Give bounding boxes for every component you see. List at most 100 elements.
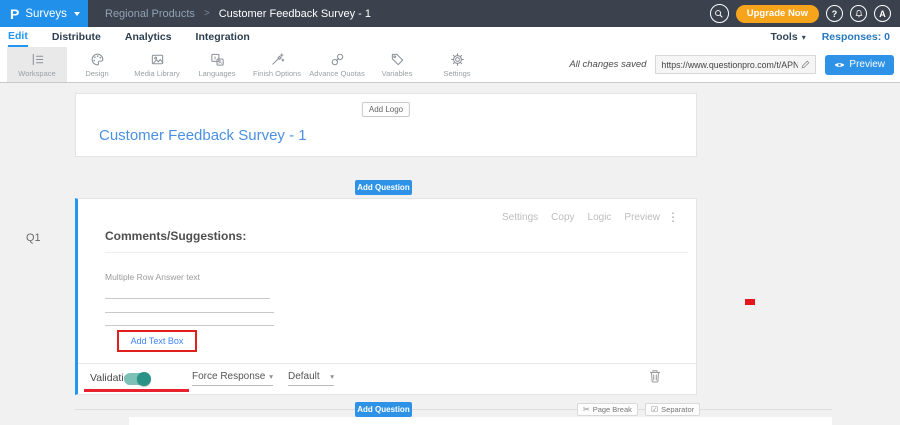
editor-toolbar: Workspace Design Media Library xA Langua… [0, 47, 900, 83]
settings-icon [450, 52, 465, 67]
force-response-value: Force Response [192, 371, 265, 382]
toolbar-item-variables[interactable]: Variables [367, 47, 427, 82]
checkbox-icon: ☑ [651, 406, 658, 414]
tab-distribute[interactable]: Distribute [52, 27, 101, 47]
toolbar-label: Advance Quotas [309, 69, 364, 78]
force-response-select[interactable]: Force Response ▾ [192, 371, 273, 386]
survey-header-card: Add Logo Customer Feedback Survey - 1 [75, 93, 697, 157]
toolbar-label: Media Library [134, 69, 179, 78]
chevron-down-icon: ▾ [330, 372, 334, 381]
question-number: Q1 [26, 232, 41, 244]
default-value: Default [288, 371, 320, 382]
default-select[interactable]: Default ▾ [288, 371, 334, 386]
tools-menu[interactable]: Tools ▾ [770, 31, 805, 43]
avatar[interactable]: A [874, 5, 891, 22]
questionpro-editor: P Surveys Regional Products > Customer F… [0, 0, 900, 425]
question-preview-button[interactable]: Preview [624, 212, 660, 223]
toggle-knob [137, 372, 151, 386]
toolbar-label: Languages [198, 69, 235, 78]
topbar-actions: Upgrade Now ? A [710, 4, 900, 23]
pencil-icon [801, 60, 810, 69]
toolbar-item-media-library[interactable]: Media Library [127, 47, 187, 82]
nav-tabs: Edit Distribute Analytics Integration To… [0, 27, 900, 47]
avatar-initial: A [879, 9, 886, 19]
validation-toggle[interactable] [124, 373, 150, 385]
toolbar-right: All changes saved Preview [569, 47, 894, 82]
bell-icon [854, 9, 864, 19]
responses-link[interactable]: Responses: 0 [822, 31, 890, 43]
add-question-button-bottom[interactable]: Add Question [355, 402, 412, 417]
survey-title[interactable]: Customer Feedback Survey - 1 [99, 127, 307, 144]
tab-edit[interactable]: Edit [8, 27, 28, 47]
toolbar-item-design[interactable]: Design [67, 47, 127, 82]
separator-button[interactable]: ☑ Separator [645, 403, 700, 416]
answer-row-1[interactable] [105, 298, 270, 299]
add-text-box-link[interactable]: Add Text Box [131, 336, 184, 346]
answer-row-3[interactable] [105, 325, 274, 326]
save-status: All changes saved [569, 59, 646, 70]
toolbar-item-advance-quotas[interactable]: Advance Quotas [307, 47, 367, 82]
toolbar-label: Finish Options [253, 69, 301, 78]
red-dash-annotation [745, 299, 755, 305]
scissors-icon: ✂ [583, 406, 590, 414]
validation-red-annotation [84, 389, 189, 392]
question-copy-button[interactable]: Copy [551, 212, 574, 223]
nav-right: Tools ▾ Responses: 0 [770, 27, 900, 47]
trash-icon [649, 369, 661, 383]
search-icon [714, 9, 724, 19]
chevron-down-icon: ▾ [269, 372, 273, 381]
tab-integration[interactable]: Integration [196, 27, 250, 47]
advance-quotas-icon [330, 52, 345, 67]
add-logo-button[interactable]: Add Logo [362, 102, 410, 117]
upgrade-now-button[interactable]: Upgrade Now [736, 5, 819, 23]
question-logic-button[interactable]: Logic [588, 212, 612, 223]
help-button[interactable]: ? [826, 5, 843, 22]
edit-url-button[interactable] [801, 60, 810, 69]
toolbar-item-workspace[interactable]: Workspace [7, 47, 67, 82]
toolbar-label: Workspace [18, 69, 55, 78]
toolbar-label: Settings [443, 69, 470, 78]
question-footer: Validation Force Response ▾ Default ▾ [78, 363, 696, 394]
search-button[interactable] [710, 4, 729, 23]
svg-text:x: x [213, 55, 216, 61]
section-divider [75, 409, 832, 410]
help-icon: ? [832, 9, 838, 19]
question-text[interactable]: Comments/Suggestions: [105, 229, 246, 243]
surveys-menu-label: Surveys [25, 8, 67, 20]
top-bar: P Surveys Regional Products > Customer F… [0, 0, 900, 27]
chevron-down-icon [74, 12, 80, 16]
toolbar-item-finish-options[interactable]: Finish Options [247, 47, 307, 82]
notifications-button[interactable] [850, 5, 867, 22]
breadcrumb-parent[interactable]: Regional Products [105, 8, 195, 20]
answer-row-2[interactable] [105, 312, 274, 313]
variables-icon [390, 52, 405, 67]
design-icon [90, 52, 105, 67]
separator-label: Separator [661, 405, 694, 414]
surveys-menu[interactable]: P Surveys [0, 0, 88, 27]
survey-url-input[interactable] [661, 60, 798, 70]
chevron-down-icon: ▾ [802, 33, 806, 42]
breadcrumb: Regional Products > Customer Feedback Su… [105, 8, 371, 20]
next-card-edge [129, 417, 832, 425]
finish-options-icon [270, 52, 285, 67]
svg-text:A: A [218, 60, 222, 66]
add-question-button-top[interactable]: Add Question [355, 180, 412, 195]
languages-icon: xA [210, 52, 225, 67]
toolbar-item-languages[interactable]: xA Languages [187, 47, 247, 82]
delete-question-button[interactable] [649, 369, 661, 383]
breadcrumb-current: Customer Feedback Survey - 1 [219, 8, 371, 20]
page-break-button[interactable]: ✂ Page Break [577, 403, 638, 416]
question-divider [105, 252, 688, 253]
survey-url-box [655, 55, 816, 74]
preview-button[interactable]: Preview [825, 55, 894, 75]
media-library-icon [150, 52, 165, 67]
question-settings-button[interactable]: Settings [502, 212, 538, 223]
question-actions: Settings Copy Logic Preview [502, 212, 660, 223]
tab-analytics[interactable]: Analytics [125, 27, 172, 47]
add-text-box-highlight: Add Text Box [117, 330, 197, 352]
toolbar-item-settings[interactable]: Settings [427, 47, 487, 82]
kebab-menu-icon[interactable]: ⋮ [667, 210, 679, 224]
toolbar-label: Design [85, 69, 108, 78]
answer-placeholder[interactable]: Multiple Row Answer text [105, 272, 200, 282]
tools-label: Tools [770, 31, 797, 43]
